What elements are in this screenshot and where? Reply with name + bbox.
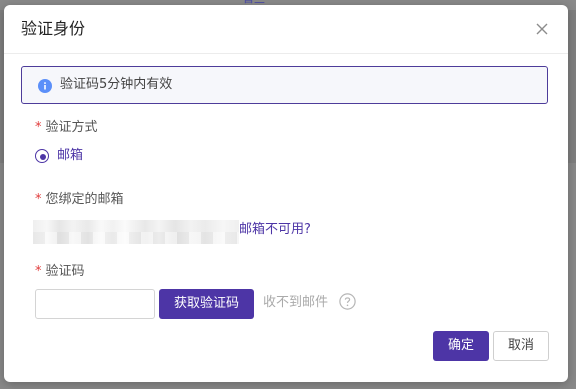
required-mark: * [35,192,42,207]
info-text: 验证码5分钟内有效 [60,77,173,92]
backdrop-link-fragment: 首兰 [243,0,271,4]
email-label-row: * 您绑定的邮箱 [35,191,124,209]
confirm-button[interactable]: 确定 [433,331,489,361]
code-label-row: * 验证码 [35,263,85,281]
method-label: 验证方式 [45,120,98,135]
radio-checked-icon [35,149,49,163]
dialog-title: 验证身份 [21,19,86,38]
method-option-label: 邮箱 [57,148,84,163]
method-label-row: * 验证方式 [35,119,98,137]
close-icon[interactable] [534,21,550,37]
info-icon [38,78,52,93]
required-mark: * [35,264,42,279]
masked-email-value [33,220,239,244]
dialog-header: 验证身份 [4,5,568,54]
required-mark: * [35,120,42,135]
get-code-button[interactable]: 获取验证码 [159,289,254,319]
question-circle-icon[interactable] [339,293,356,310]
radio-dot [40,154,46,160]
not-received-text: 收不到邮件 [263,295,329,310]
verify-identity-dialog: 验证身份 验证码5分钟内有效 *验证方式 邮箱 *您绑定的邮箱 邮箱不可用? [4,5,568,382]
email-label: 您绑定的邮箱 [45,192,124,207]
verification-code-input[interactable] [35,289,155,319]
cancel-button[interactable]: 取消 [493,331,549,361]
info-alert: 验证码5分钟内有效 [21,66,548,104]
code-label: 验证码 [45,264,85,279]
email-unavailable-link[interactable]: 邮箱不可用? [239,221,311,239]
